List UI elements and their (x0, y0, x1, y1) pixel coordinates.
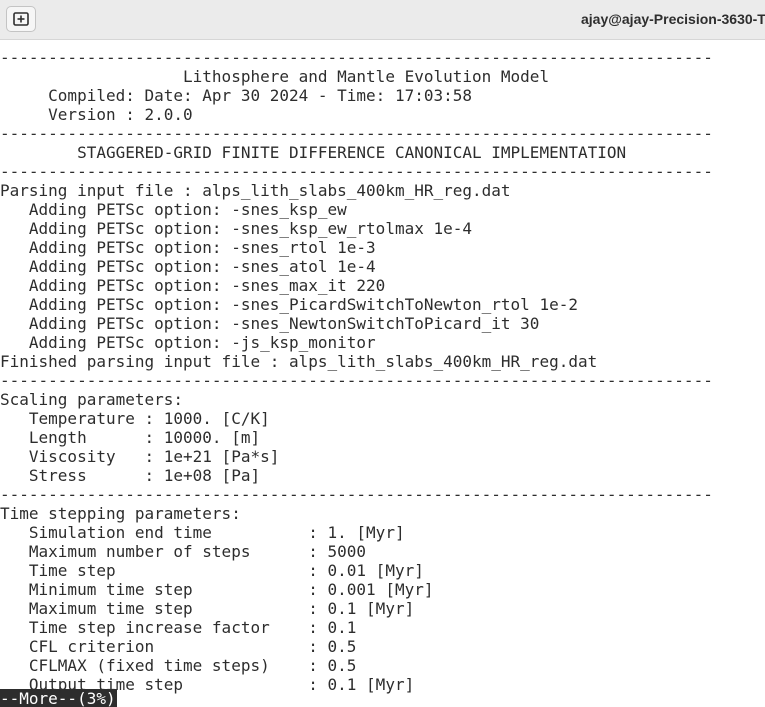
terminal-line: Finished parsing input file : alps_lith_… (0, 352, 598, 371)
window-titlebar: ajay@ajay-Precision-3630-T (0, 0, 765, 40)
terminal-line: Adding PETSc option: -snes_max_it 220 (0, 276, 386, 295)
terminal-line: Adding PETSc option: -snes_atol 1e-4 (0, 257, 376, 276)
terminal-line: Scaling parameters: (0, 390, 184, 409)
terminal-line: ----------------------------------------… (0, 485, 713, 504)
terminal-line: Adding PETSc option: -js_ksp_monitor (0, 333, 376, 352)
terminal-line: Adding PETSc option: -snes_ksp_ew_rtolma… (0, 219, 473, 238)
terminal-line: Output time step : 0.1 [Myr] (0, 675, 415, 694)
terminal-line: Lithosphere and Mantle Evolution Model (0, 67, 550, 86)
terminal-line: Maximum number of steps : 5000 (0, 542, 367, 561)
new-tab-plus-icon (13, 12, 29, 26)
terminal-line: Maximum time step : 0.1 [Myr] (0, 599, 415, 618)
new-tab-button[interactable] (6, 6, 36, 32)
terminal-line: Adding PETSc option: -snes_PicardSwitchT… (0, 295, 578, 314)
terminal-line: Time step increase factor : 0.1 (0, 618, 357, 637)
terminal-output[interactable]: --More--(3%) ---------------------------… (0, 43, 765, 707)
terminal-line: CFL criterion : 0.5 (0, 637, 357, 656)
terminal-line: Adding PETSc option: -snes_ksp_ew (0, 200, 347, 219)
terminal-line: ----------------------------------------… (0, 371, 713, 390)
window-title: ajay@ajay-Precision-3630-T (581, 11, 765, 27)
terminal-line: Compiled: Date: Apr 30 2024 - Time: 17:0… (0, 86, 473, 105)
terminal-line: Time stepping parameters: (0, 504, 241, 523)
terminal-line: Parsing input file : alps_lith_slabs_400… (0, 181, 511, 200)
terminal-line: Temperature : 1000. [C/K] (0, 409, 270, 428)
terminal-line: STAGGERED-GRID FINITE DIFFERENCE CANONIC… (0, 143, 627, 162)
terminal-line: CFLMAX (fixed time steps) : 0.5 (0, 656, 357, 675)
terminal-line: Simulation end time : 1. [Myr] (0, 523, 405, 542)
terminal-line: Stress : 1e+08 [Pa] (0, 466, 261, 485)
terminal-line: ----------------------------------------… (0, 124, 713, 143)
terminal-line: Length : 10000. [m] (0, 428, 261, 447)
terminal-line: ----------------------------------------… (0, 48, 713, 67)
terminal-line: Minimum time step : 0.001 [Myr] (0, 580, 434, 599)
terminal-line: Version : 2.0.0 (0, 105, 193, 124)
terminal-line: Adding PETSc option: -snes_rtol 1e-3 (0, 238, 376, 257)
terminal-line: Time step : 0.01 [Myr] (0, 561, 424, 580)
terminal-line: ----------------------------------------… (0, 162, 713, 181)
terminal-line: Viscosity : 1e+21 [Pa*s] (0, 447, 280, 466)
terminal-line: Adding PETSc option: -snes_NewtonSwitchT… (0, 314, 540, 333)
